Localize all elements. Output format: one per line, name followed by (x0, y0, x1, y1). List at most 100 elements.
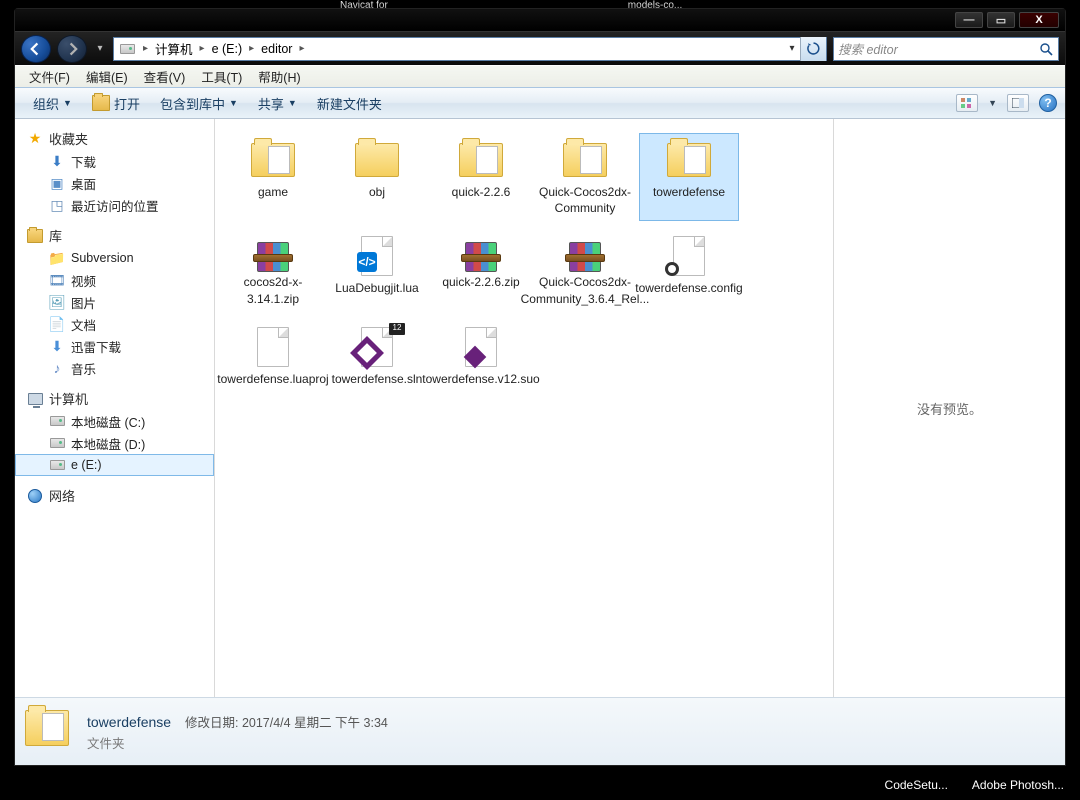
recent-icon: ◳ (49, 197, 65, 213)
folder-icon (455, 138, 507, 182)
details-pane: towerdefense 修改日期: 2017/4/4 星期二 下午 3:34 … (15, 697, 1065, 765)
video-icon: 🎞 (49, 272, 65, 288)
sidebar-item-downloads[interactable]: ⬇下载 (15, 150, 214, 172)
folder-icon (351, 138, 403, 182)
include-in-library-button[interactable]: 包含到库中▼ (150, 88, 248, 118)
folder-item[interactable]: obj (327, 133, 427, 221)
sidebar-item-video[interactable]: 🎞视频 (15, 269, 214, 291)
preview-pane: 没有预览。 (833, 119, 1065, 697)
lua-file-item[interactable]: </>LuaDebugjit.lua (327, 229, 427, 311)
folder-item-selected[interactable]: towerdefense (639, 133, 739, 221)
menu-edit[interactable]: 编辑(E) (78, 67, 136, 86)
sidebar-item-drive-c[interactable]: 本地磁盘 (C:) (15, 410, 214, 432)
sidebar-item-subversion[interactable]: 📁Subversion (15, 247, 214, 269)
drive-icon (118, 40, 136, 58)
sidebar-item-drive-d[interactable]: 本地磁盘 (D:) (15, 432, 214, 454)
archive-item[interactable]: cocos2d-x-3.14.1.zip (223, 229, 323, 311)
breadcrumb[interactable]: editor (257, 42, 296, 56)
view-mode-dropdown[interactable]: ▼ (988, 98, 997, 108)
maximize-button[interactable]: ▭ (987, 12, 1015, 28)
sidebar-item-documents[interactable]: 📄文档 (15, 313, 214, 335)
archive-icon (461, 234, 501, 272)
sidebar-item-pictures[interactable]: 🖼图片 (15, 291, 214, 313)
computer-header[interactable]: 计算机 (15, 387, 214, 410)
sidebar-item-music[interactable]: ♪音乐 (15, 357, 214, 379)
sidebar-item-drive-e[interactable]: e (E:) (15, 454, 214, 476)
share-button[interactable]: 共享▼ (248, 88, 307, 118)
breadcrumb-chevron-icon[interactable]: ▸ (296, 43, 307, 54)
xunlei-icon: ⬇ (49, 338, 65, 354)
folder-icon (559, 138, 611, 182)
libraries-header[interactable]: 库 (15, 224, 214, 247)
folder-icon (247, 138, 299, 182)
search-input[interactable]: 搜索 editor (833, 37, 1059, 61)
lua-file-icon: </> (351, 234, 403, 278)
folder-item[interactable]: quick-2.2.6 (431, 133, 531, 221)
library-icon (27, 228, 43, 244)
search-icon[interactable] (1038, 41, 1054, 57)
menu-view[interactable]: 查看(V) (136, 67, 194, 86)
open-button[interactable]: 打开 (82, 88, 150, 118)
music-icon: ♪ (49, 360, 65, 376)
explorer-body: ★收藏夹 ⬇下载 ▣桌面 ◳最近访问的位置 库 📁Subversion 🎞视频 … (15, 119, 1065, 697)
search-placeholder: 搜索 editor (838, 39, 898, 58)
pictures-icon: 🖼 (49, 294, 65, 310)
titlebar[interactable]: — ▭ X (15, 9, 1065, 31)
content-area: game obj quick-2.2.6 Quick-Cocos2dx-Comm… (215, 119, 1065, 697)
menu-file[interactable]: 文件(F) (21, 67, 78, 86)
file-grid[interactable]: game obj quick-2.2.6 Quick-Cocos2dx-Comm… (215, 119, 833, 697)
network-header[interactable]: 网络 (15, 484, 214, 507)
taskbar-app[interactable]: Adobe Photosh... (972, 778, 1064, 792)
command-toolbar: 组织▼ 打开 包含到库中▼ 共享▼ 新建文件夹 ▼ ? (15, 87, 1065, 119)
star-icon: ★ (27, 131, 43, 147)
menu-tools[interactable]: 工具(T) (193, 67, 250, 86)
close-button[interactable]: X (1019, 12, 1059, 28)
drive-icon (49, 457, 65, 473)
documents-icon: 📄 (49, 316, 65, 332)
menu-bar: 文件(F) 编辑(E) 查看(V) 工具(T) 帮助(H) (15, 65, 1065, 87)
forward-button[interactable] (57, 35, 87, 63)
refresh-button[interactable] (800, 37, 826, 61)
breadcrumb[interactable]: e (E:) (208, 42, 247, 56)
navigation-sidebar[interactable]: ★收藏夹 ⬇下载 ▣桌面 ◳最近访问的位置 库 📁Subversion 🎞视频 … (15, 119, 215, 697)
suo-file-item[interactable]: towerdefense.v12.suo (431, 320, 531, 392)
sln-file-item[interactable]: 12towerdefense.sln (327, 320, 427, 392)
breadcrumb-chevron-icon[interactable]: ▸ (197, 43, 208, 54)
archive-icon (253, 234, 293, 272)
favorites-header[interactable]: ★收藏夹 (15, 127, 214, 150)
download-icon: ⬇ (49, 153, 65, 169)
config-file-icon (663, 234, 715, 278)
breadcrumb-chevron-icon[interactable]: ▸ (246, 43, 257, 54)
sidebar-item-desktop[interactable]: ▣桌面 (15, 172, 214, 194)
breadcrumb-chevron-icon[interactable]: ▸ (140, 43, 151, 54)
drive-icon (49, 413, 65, 429)
address-dropdown-icon[interactable]: ▾ (784, 43, 800, 54)
bottom-taskbar[interactable]: CodeSetu... Adobe Photosh... (0, 770, 1080, 800)
archive-item[interactable]: Quick-Cocos2dx-Community_3.6.4_Rel... (535, 229, 635, 311)
archive-item[interactable]: quick-2.2.6.zip (431, 229, 531, 311)
file-icon (247, 325, 299, 369)
nav-history-dropdown[interactable]: ▾ (93, 42, 107, 56)
computer-icon (27, 391, 43, 407)
organize-button[interactable]: 组织▼ (23, 88, 82, 118)
config-file-item[interactable]: towerdefense.config (639, 229, 739, 311)
explorer-window: — ▭ X ▾ ▸ 计算机 ▸ e (E:) ▸ editor ▸ ▾ (14, 8, 1066, 766)
address-bar[interactable]: ▸ 计算机 ▸ e (E:) ▸ editor ▸ ▾ (113, 37, 827, 61)
minimize-button[interactable]: — (955, 12, 983, 28)
sidebar-item-recent[interactable]: ◳最近访问的位置 (15, 194, 214, 216)
preview-pane-button[interactable] (1007, 94, 1029, 112)
luaproj-file-item[interactable]: towerdefense.luaproj (223, 320, 323, 392)
taskbar-app[interactable]: CodeSetu... (885, 778, 948, 792)
folder-item[interactable]: game (223, 133, 323, 221)
folder-open-icon (92, 95, 110, 111)
visual-studio-solution-icon: 12 (351, 325, 403, 369)
menu-help[interactable]: 帮助(H) (250, 67, 308, 86)
sidebar-item-xunlei[interactable]: ⬇迅雷下载 (15, 335, 214, 357)
back-button[interactable] (21, 35, 51, 63)
help-button[interactable]: ? (1039, 94, 1057, 112)
view-mode-button[interactable] (956, 94, 978, 112)
folder-item[interactable]: Quick-Cocos2dx-Community (535, 133, 635, 221)
network-icon (27, 488, 43, 504)
new-folder-button[interactable]: 新建文件夹 (307, 88, 392, 118)
breadcrumb[interactable]: 计算机 (151, 39, 197, 58)
